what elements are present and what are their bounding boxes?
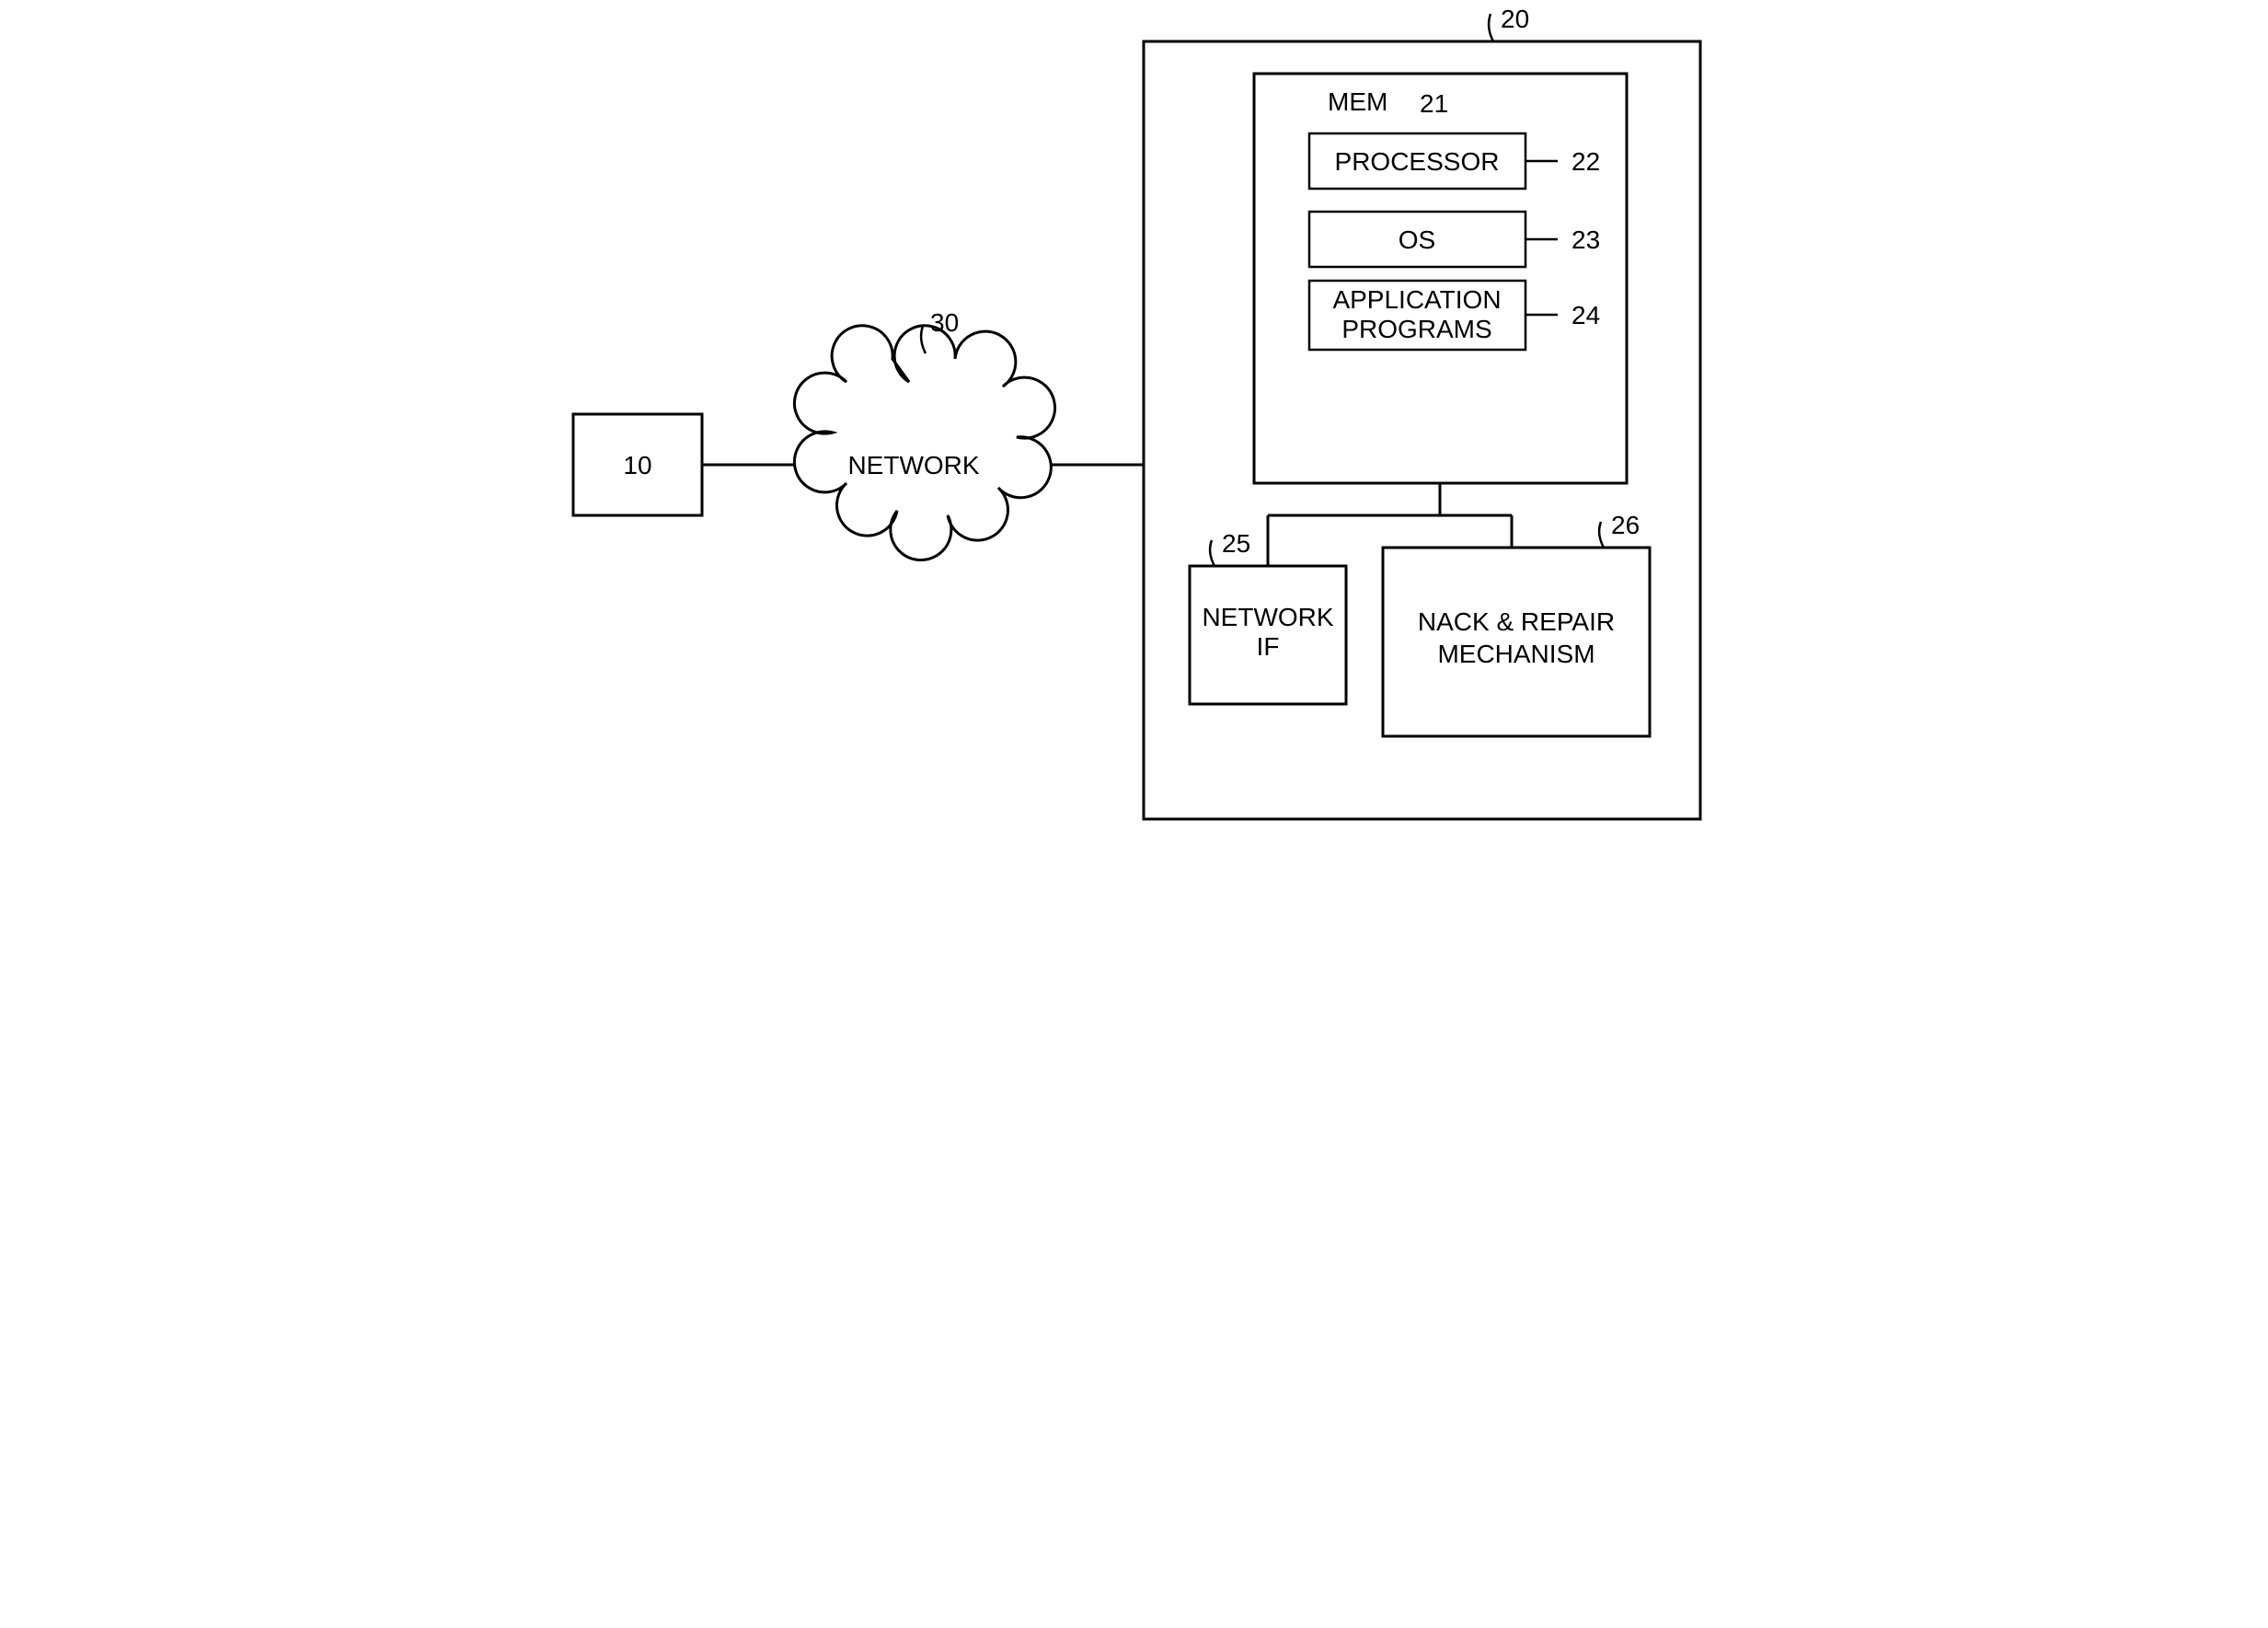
ref-30: 30 <box>930 308 959 337</box>
mem-label: MEM <box>1328 87 1387 116</box>
nack-repair-label-1: NACK & REPAIR <box>1417 607 1614 636</box>
ref-23: 23 <box>1571 225 1600 254</box>
network-cloud: NETWORK <box>794 326 1054 560</box>
ref-20: 20 <box>1501 5 1529 33</box>
network-cloud-label: NETWORK <box>847 451 979 479</box>
network-if-label-1: NETWORK <box>1202 603 1333 631</box>
block-10-label: 10 <box>623 451 651 479</box>
ref-22: 22 <box>1571 147 1600 176</box>
app-programs-label-1: APPLICATION <box>1332 285 1501 314</box>
nack-repair-label-2: MECHANISM <box>1437 640 1595 668</box>
network-if-label-2: IF <box>1256 632 1279 661</box>
processor-label: PROCESSOR <box>1334 147 1499 176</box>
os-label: OS <box>1398 225 1434 254</box>
app-programs-label-2: PROGRAMS <box>1341 315 1491 343</box>
diagram-canvas: 10 NETWORK 30 20 MEM 21 PROCESSOR 22 OS … <box>546 0 1723 847</box>
leader-20 <box>1489 14 1493 41</box>
ref-21: 21 <box>1420 89 1448 118</box>
ref-24: 24 <box>1571 301 1600 329</box>
ref-25: 25 <box>1222 529 1250 558</box>
ref-26: 26 <box>1611 511 1640 539</box>
